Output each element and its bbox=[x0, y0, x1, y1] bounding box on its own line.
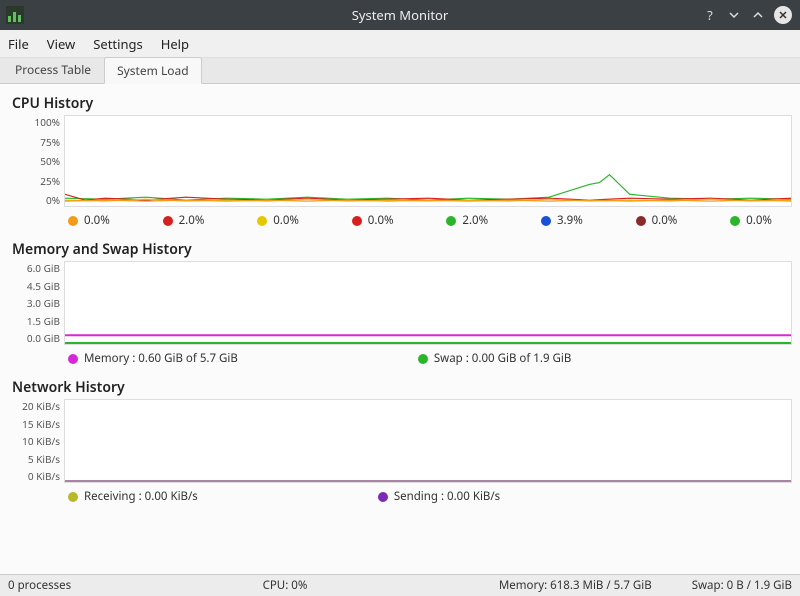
legend-item: Memory : 0.60 GiB of 5.7 GiB bbox=[68, 351, 238, 366]
axis-tick: 6.0 GiB bbox=[27, 261, 60, 275]
legend-label: 0.0% bbox=[746, 213, 772, 228]
axis-tick: 75% bbox=[40, 135, 60, 149]
legend-item: 2.0% bbox=[163, 213, 205, 228]
legend-dot-icon bbox=[352, 216, 362, 226]
cpu-section-title: CPU History bbox=[12, 94, 792, 113]
legend-item: 0.0% bbox=[257, 213, 299, 228]
axis-tick: 20 KiB/s bbox=[22, 399, 60, 413]
legend-label: 0.0% bbox=[84, 213, 110, 228]
memory-section-title: Memory and Swap History bbox=[12, 240, 792, 259]
legend-dot-icon bbox=[257, 216, 267, 226]
legend-dot-icon bbox=[68, 216, 78, 226]
legend-label: Sending : 0.00 KiB/s bbox=[394, 489, 500, 504]
menu-view[interactable]: View bbox=[47, 35, 75, 53]
legend-label: Memory : 0.60 GiB of 5.7 GiB bbox=[84, 351, 238, 366]
legend-label: Swap : 0.00 GiB of 1.9 GiB bbox=[434, 351, 572, 366]
memory-legend: Memory : 0.60 GiB of 5.7 GiB Swap : 0.00 … bbox=[8, 347, 792, 374]
window-controls: ? bbox=[702, 6, 800, 24]
status-memory: Memory: 618.3 MiB / 5.7 GiB bbox=[499, 578, 652, 593]
legend-item: Sending : 0.00 KiB/s bbox=[378, 489, 500, 504]
legend-item: 3.9% bbox=[541, 213, 583, 228]
cpu-y-axis: 100% 75% 50% 25% 0% bbox=[8, 115, 64, 207]
cpu-chart: 100% 75% 50% 25% 0% bbox=[8, 115, 792, 207]
maximize-icon[interactable] bbox=[750, 7, 766, 23]
legend-label: 0.0% bbox=[652, 213, 678, 228]
legend-item: 2.0% bbox=[446, 213, 488, 228]
tab-process-table[interactable]: Process Table bbox=[2, 56, 104, 83]
titlebar: System Monitor ? bbox=[0, 0, 800, 30]
main-content: CPU History 100%75%50%25%0% 0.0%2.0%0.0%… bbox=[0, 84, 800, 574]
axis-tick: 3.0 GiB bbox=[27, 296, 60, 310]
legend-label: Receiving : 0.00 KiB/s bbox=[84, 489, 198, 504]
cpu-legend: 0.0% 2.0% 0.0% 0.0% 2.0% 3.9% 0.0% 0.0% bbox=[8, 209, 792, 236]
memory-plot bbox=[64, 261, 792, 345]
axis-tick: 1.5 GiB bbox=[27, 314, 60, 328]
legend-dot-icon bbox=[163, 216, 173, 226]
cpu-plot bbox=[64, 115, 792, 207]
menu-file[interactable]: File bbox=[8, 35, 29, 53]
legend-dot-icon bbox=[378, 492, 388, 502]
network-legend: Receiving : 0.00 KiB/s Sending : 0.00 KiB… bbox=[8, 485, 792, 512]
statusbar: 0 processes CPU: 0% Memory: 618.3 MiB / … bbox=[0, 574, 800, 596]
legend-item: 0.0% bbox=[636, 213, 678, 228]
legend-dot-icon bbox=[68, 492, 78, 502]
axis-tick: 4.5 GiB bbox=[27, 279, 60, 293]
tab-system-load[interactable]: System Load bbox=[104, 57, 202, 84]
legend-item: Swap : 0.00 GiB of 1.9 GiB bbox=[418, 351, 572, 366]
status-cpu: CPU: 0% bbox=[263, 578, 308, 593]
menu-settings[interactable]: Settings bbox=[93, 35, 142, 53]
menu-help[interactable]: Help bbox=[161, 35, 189, 53]
status-swap: Swap: 0 B / 1.9 GiB bbox=[692, 578, 792, 593]
legend-dot-icon bbox=[541, 216, 551, 226]
memory-y-axis: 6.0 GiB 4.5 GiB 3.0 GiB 1.5 GiB 0.0 GiB bbox=[8, 261, 64, 345]
close-icon[interactable] bbox=[774, 6, 792, 24]
axis-tick: 5 KiB/s bbox=[28, 452, 60, 466]
legend-item: 0.0% bbox=[68, 213, 110, 228]
legend-label: 0.0% bbox=[368, 213, 394, 228]
minimize-icon[interactable] bbox=[726, 7, 742, 23]
axis-tick: 15 KiB/s bbox=[22, 417, 60, 431]
legend-dot-icon bbox=[418, 354, 428, 364]
legend-label: 0.0% bbox=[273, 213, 299, 228]
legend-dot-icon bbox=[636, 216, 646, 226]
axis-tick: 100% bbox=[35, 115, 60, 129]
help-icon[interactable]: ? bbox=[702, 7, 718, 23]
axis-tick: 25% bbox=[40, 174, 60, 188]
memory-chart: 6.0 GiB 4.5 GiB 3.0 GiB 1.5 GiB 0.0 GiB bbox=[8, 261, 792, 345]
legend-label: 2.0% bbox=[179, 213, 205, 228]
network-chart: 20 KiB/s 15 KiB/s 10 KiB/s 5 KiB/s 0 KiB/s bbox=[8, 399, 792, 483]
menubar: File View Settings Help bbox=[0, 30, 800, 58]
tabbar: Process Table System Load bbox=[0, 58, 800, 84]
axis-tick: 50% bbox=[40, 154, 60, 168]
app-icon bbox=[6, 6, 24, 24]
legend-dot-icon bbox=[68, 354, 78, 364]
axis-tick: 0.0 GiB bbox=[27, 331, 60, 345]
legend-label: 3.9% bbox=[557, 213, 583, 228]
network-plot bbox=[64, 399, 792, 483]
network-y-axis: 20 KiB/s 15 KiB/s 10 KiB/s 5 KiB/s 0 KiB/s bbox=[8, 399, 64, 483]
legend-item: 0.0% bbox=[730, 213, 772, 228]
axis-tick: 0 KiB/s bbox=[28, 469, 60, 483]
status-processes: 0 processes bbox=[8, 578, 71, 593]
axis-tick: 0% bbox=[46, 193, 60, 207]
legend-item: Receiving : 0.00 KiB/s bbox=[68, 489, 198, 504]
legend-label: 2.0% bbox=[462, 213, 488, 228]
legend-item: 0.0% bbox=[352, 213, 394, 228]
legend-dot-icon bbox=[730, 216, 740, 226]
window-title: System Monitor bbox=[0, 6, 800, 24]
legend-dot-icon bbox=[446, 216, 456, 226]
network-section-title: Network History bbox=[12, 378, 792, 397]
axis-tick: 10 KiB/s bbox=[22, 434, 60, 448]
